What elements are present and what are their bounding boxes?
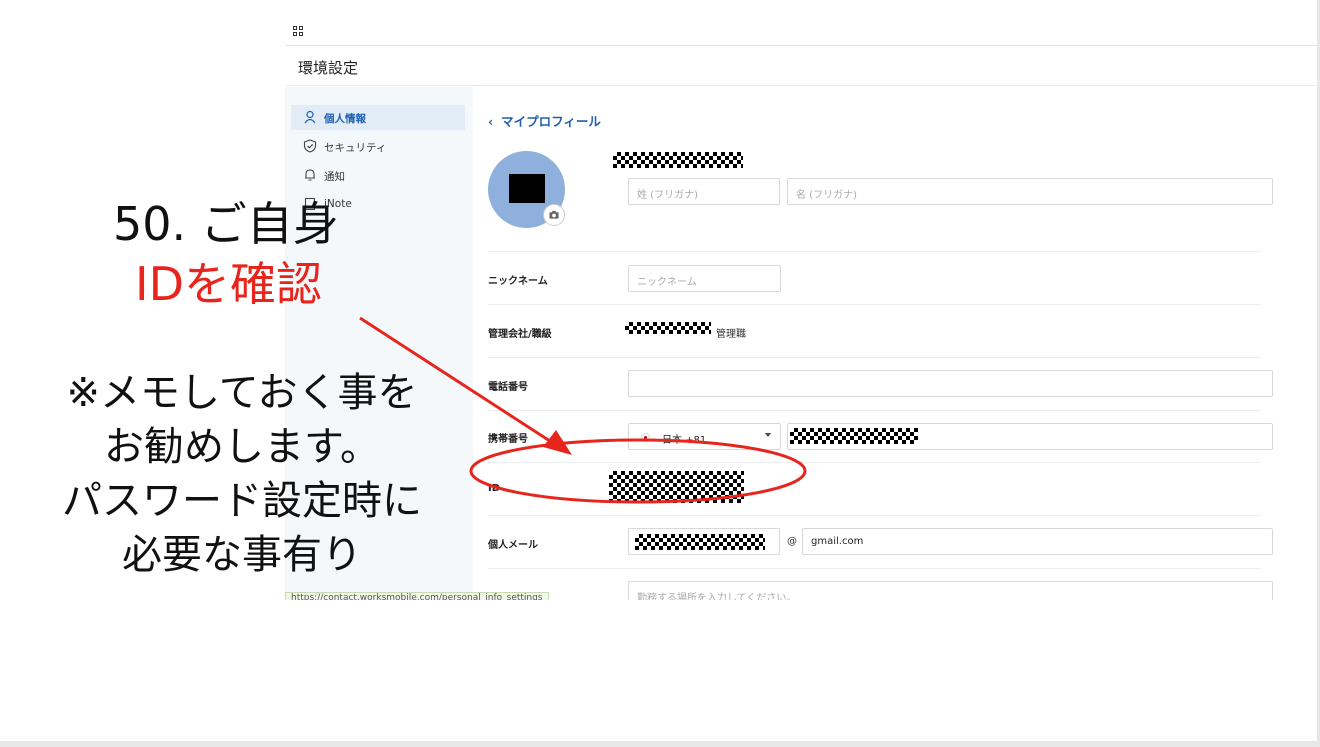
position-text: 管理職: [716, 329, 746, 340]
id-value-redaction: [609, 471, 744, 503]
company-redaction: [625, 322, 711, 334]
country-code-select[interactable]: 日本 +81: [628, 423, 781, 450]
divider: [488, 515, 1261, 516]
sidebar-item-label: 個人情報: [324, 113, 366, 125]
chevron-left-icon: ‹: [488, 114, 494, 129]
first-name-kana-input[interactable]: 名 (フリガナ): [787, 178, 1273, 205]
memo-line: ※メモしておく事を: [66, 370, 418, 416]
email-redaction: [635, 534, 765, 550]
annotation-title: 50. ご自身: [113, 197, 339, 251]
japan-flag-icon: [641, 433, 650, 442]
company-label: 管理会社/職級: [488, 329, 552, 340]
memo-line: 必要な事有り: [122, 532, 362, 578]
top-bar: [285, 18, 1317, 46]
nickname-label: ニックネーム: [488, 276, 548, 287]
nickname-input[interactable]: ニックネーム: [628, 265, 781, 292]
memo-line: お勧めします。: [104, 424, 380, 470]
sidebar-item-label: 通知: [324, 171, 345, 183]
avatar[interactable]: [488, 151, 565, 228]
phone-input[interactable]: [628, 370, 1273, 397]
divider: [488, 410, 1261, 411]
sidebar-item-personal-info[interactable]: 個人情報: [291, 105, 465, 130]
email-at-sign: @: [787, 536, 797, 547]
name-redaction: [613, 152, 743, 168]
title-bar: 環境設定: [285, 47, 1317, 86]
divider: [488, 357, 1261, 358]
person-icon: [304, 110, 316, 124]
camera-icon[interactable]: [543, 204, 565, 226]
workplace-input[interactable]: 勤務する場所を入力してください。: [628, 581, 1273, 600]
divider: [488, 462, 1261, 463]
last-name-kana-input[interactable]: 姓 (フリガナ): [628, 178, 780, 205]
page-title: 環境設定: [298, 59, 359, 77]
shield-icon: [303, 139, 317, 153]
status-url-bar: https://contact.worksmobile.com/personal…: [285, 592, 549, 600]
country-code-value: 日本 +81: [662, 435, 707, 446]
mobile-redaction: [790, 428, 918, 444]
app-grid-icon[interactable]: [293, 26, 304, 37]
annotation-title-red: IDを確認: [135, 257, 322, 311]
phone-label: 電話番号: [488, 382, 528, 393]
sidebar-item-security[interactable]: セキュリティ: [291, 134, 465, 159]
chevron-down-icon: [765, 433, 771, 437]
mobile-input[interactable]: [787, 423, 1273, 450]
sidebar-item-notification[interactable]: 通知: [291, 163, 465, 188]
bell-icon: [305, 169, 315, 181]
email-label: 個人メール: [488, 540, 538, 551]
memo-line: パスワード設定時に: [62, 478, 422, 524]
mobile-label: 携帯番号: [488, 434, 528, 445]
email-domain-input[interactable]: gmail.com: [802, 528, 1273, 555]
slide-bottom-edge: [0, 741, 1320, 747]
avatar-redaction: [509, 174, 545, 203]
email-local-input[interactable]: [628, 528, 780, 555]
id-label: ID: [488, 483, 501, 494]
sidebar-item-label: セキュリティ: [324, 142, 387, 154]
back-to-profile-link[interactable]: ‹ マイプロフィール: [488, 111, 601, 130]
divider: [488, 568, 1261, 569]
slide: 環境設定 個人情報 セキュリティ 通知 iNote ‹ マイプロフィール 姓 (…: [0, 0, 1320, 747]
divider: [488, 304, 1261, 305]
divider: [488, 251, 1261, 252]
profile-panel: ‹ マイプロフィール 姓 (フリガナ) 名 (フリガナ) ニックネーム ニックネー…: [473, 87, 1317, 600]
back-label: マイプロフィール: [501, 114, 601, 129]
